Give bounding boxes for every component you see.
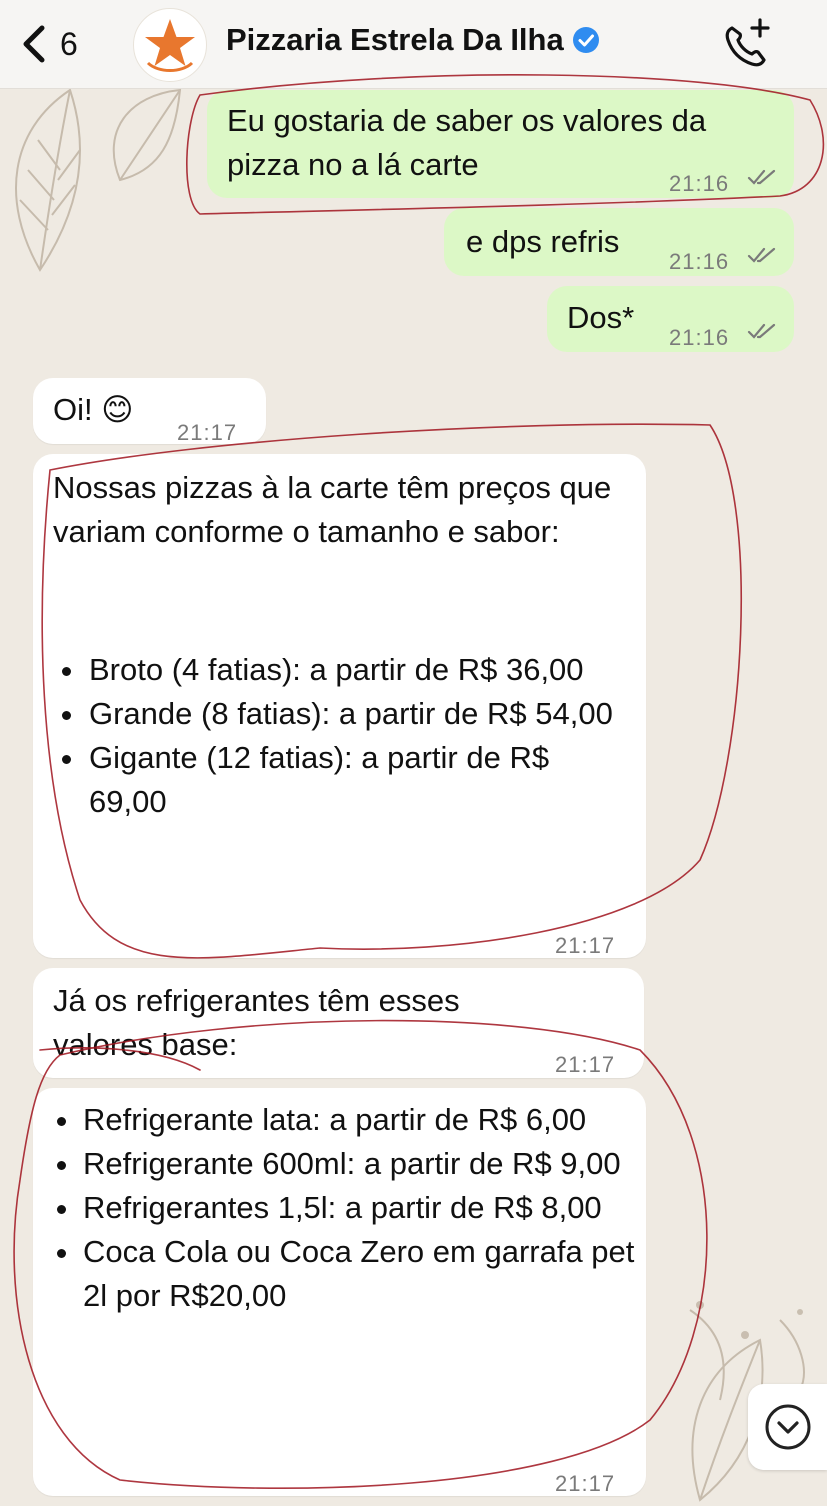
message-time: 21:16	[669, 171, 730, 196]
list-item: Broto (4 fatias): a partir de R$ 36,00	[35, 648, 635, 692]
message-time: 21:17	[177, 420, 238, 445]
incoming-message[interactable]: Oi! 😊 21:17	[33, 378, 266, 445]
list-item: Refrigerantes 1,5l: a partir de R$ 8,00	[35, 1186, 635, 1230]
scroll-to-bottom-button[interactable]	[748, 1384, 827, 1470]
avatar[interactable]	[133, 8, 207, 82]
list-item: Coca Cola ou Coca Zero em garrafa pet 2l…	[35, 1230, 635, 1318]
message-intro: Nossas pizzas à la carte têm preços que …	[53, 470, 612, 549]
read-ticks-icon	[747, 323, 776, 339]
message-text: Dos*	[567, 300, 635, 335]
message-time: 21:17	[555, 1052, 616, 1077]
contact-name-text: Pizzaria Estrela Da Ilha	[226, 22, 564, 57]
message-text: Já os refrigerantes têm esses valores ba…	[53, 983, 460, 1062]
message-text: Oi! 😊	[53, 392, 134, 427]
message-time: 21:16	[669, 249, 730, 274]
outgoing-message[interactable]: e dps refris 21:16	[444, 208, 794, 276]
message-time: 21:16	[669, 325, 730, 350]
list-item: Refrigerante 600ml: a partir de R$ 9,00	[35, 1142, 635, 1186]
read-ticks-icon	[747, 247, 776, 263]
chat-header: 6 Pizzaria Estrela Da Ilha	[0, 0, 827, 89]
outgoing-message[interactable]: Dos* 21:16	[547, 286, 794, 352]
chevron-left-icon	[23, 25, 45, 63]
list-item: Refrigerante lata: a partir de R$ 6,00	[35, 1098, 635, 1142]
list-item: Gigante (12 fatias): a partir de R$ 69,0…	[35, 736, 635, 824]
unread-count: 6	[60, 25, 78, 62]
list-item: Grande (8 fatias): a partir de R$ 54,00	[35, 692, 635, 736]
incoming-message[interactable]: Já os refrigerantes têm esses valores ba…	[33, 968, 644, 1078]
contact-name[interactable]: Pizzaria Estrela Da Ilha	[226, 22, 600, 58]
outgoing-message[interactable]: Eu gostaria de saber os valores da pizza…	[207, 90, 794, 198]
back-button[interactable]: 6	[18, 22, 102, 66]
star-logo-icon	[145, 19, 195, 72]
message-text: e dps refris	[466, 224, 620, 259]
message-time: 21:17	[555, 1471, 616, 1496]
incoming-message[interactable]: Nossas pizzas à la carte têm preços que …	[33, 454, 646, 958]
soft-drink-price-list: Refrigerante lata: a partir de R$ 6,00 R…	[35, 1098, 635, 1318]
read-ticks-icon	[747, 169, 776, 185]
message-time: 21:17	[555, 933, 616, 958]
pizza-price-list: Broto (4 fatias): a partir de R$ 36,00 G…	[35, 648, 635, 824]
chevron-down-circle-icon	[765, 1404, 810, 1450]
incoming-message[interactable]: Refrigerante lata: a partir de R$ 6,00 R…	[33, 1088, 646, 1496]
verified-badge-icon	[572, 27, 599, 53]
phone-add-icon[interactable]	[718, 16, 774, 72]
